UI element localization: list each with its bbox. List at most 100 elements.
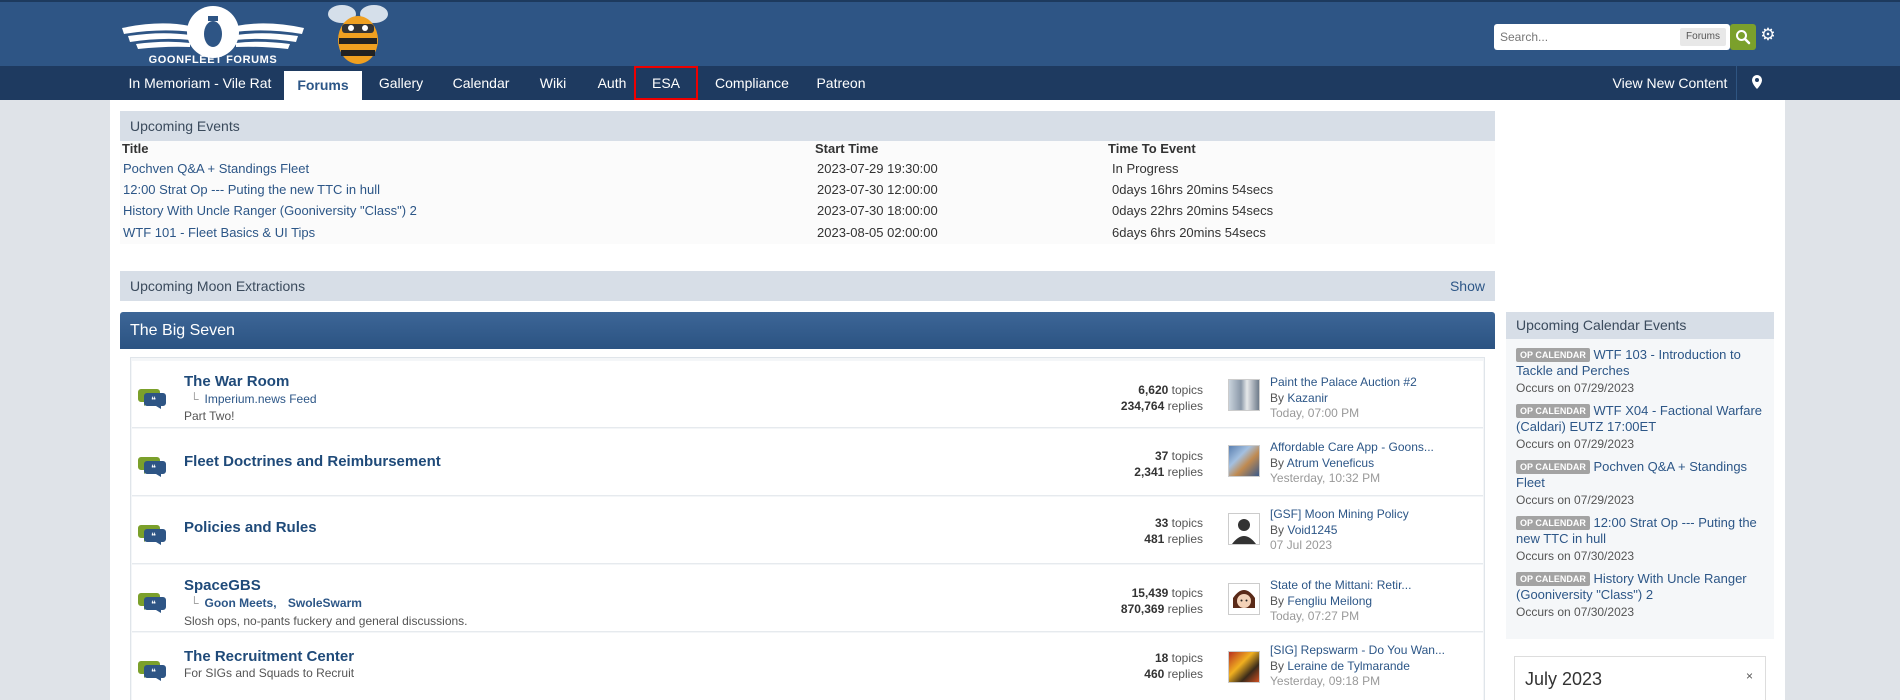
- last-post-info: [SIG] Repswarm - Do You Wan... By Lerain…: [1270, 643, 1445, 688]
- search-box: Forums: [1494, 24, 1730, 50]
- event-start: 2023-07-30 18:00:00: [817, 203, 938, 218]
- last-post-link[interactable]: [GSF] Moon Mining Policy: [1270, 507, 1409, 523]
- site-header: GOONFLEET FORUMS Forums ⚙: [0, 0, 1900, 66]
- event-title-link[interactable]: WTF 101 - Fleet Basics & UI Tips: [123, 222, 315, 243]
- svg-text:❝: ❝: [151, 396, 156, 406]
- event-countdown: 6days 6hrs 20mins 54secs: [1112, 225, 1266, 240]
- last-post-author[interactable]: Atrum Veneficus: [1287, 456, 1374, 470]
- forum-bubble-icon: ❝: [138, 389, 166, 409]
- view-new-content-link[interactable]: View New Content: [1604, 66, 1736, 100]
- calendar-event: OP CALENDAR WTF X04 - Factional Warfare …: [1516, 403, 1768, 452]
- calendar-event: OP CALENDAR Pochven Q&A + Standings Flee…: [1516, 459, 1768, 508]
- avatar[interactable]: [1228, 445, 1260, 477]
- last-post-link[interactable]: State of the Mittani: Retir...: [1270, 578, 1411, 594]
- subforum-link[interactable]: SwoleSwarm: [288, 596, 362, 610]
- forum-list: ❝ The War Room └ Imperium.news Feed Part …: [130, 357, 1485, 700]
- nav-patreon[interactable]: Patreon: [804, 66, 878, 100]
- nav-wiki[interactable]: Wiki: [526, 66, 580, 100]
- last-post-info: State of the Mittani: Retir... By Fengli…: [1270, 578, 1412, 623]
- svg-text:❝: ❝: [151, 668, 156, 678]
- event-start: 2023-07-30 12:00:00: [817, 182, 938, 197]
- search-input[interactable]: [1494, 24, 1674, 50]
- subforum-link[interactable]: Imperium.news Feed: [205, 392, 317, 406]
- last-post-date: 07 Jul 2023: [1270, 538, 1333, 552]
- col-start-time: Start Time: [815, 141, 879, 156]
- mini-calendar-month: July 2023: [1525, 669, 1603, 689]
- event-start: 2023-07-29 19:30:00: [817, 161, 938, 176]
- forum-title-link[interactable]: The War Room: [184, 373, 289, 390]
- nav-calendar[interactable]: Calendar: [440, 66, 522, 100]
- last-post-date: Yesterday, 09:18 PM: [1270, 674, 1381, 688]
- avatar[interactable]: [1228, 379, 1260, 411]
- event-row: History With Uncle Ranger (Gooniversity …: [120, 200, 1495, 221]
- event-row: Pochven Q&A + Standings Fleet 2023-07-29…: [120, 158, 1495, 179]
- last-post-link[interactable]: Affordable Care App - Goons...: [1270, 440, 1434, 456]
- gear-icon[interactable]: ⚙: [1758, 24, 1778, 46]
- last-post-author[interactable]: Kazanir: [1287, 391, 1328, 405]
- search-icon: [1736, 30, 1751, 45]
- anime-avatar-icon: [1233, 590, 1255, 608]
- avatar[interactable]: [1228, 513, 1260, 545]
- forum-title-link[interactable]: Policies and Rules: [184, 519, 317, 536]
- search-button[interactable]: [1730, 24, 1756, 50]
- forum-bubble-icon: ❝: [138, 661, 166, 681]
- show-toggle-link[interactable]: Show: [1450, 271, 1485, 301]
- default-avatar-icon: [1232, 519, 1256, 544]
- event-countdown: 0days 22hrs 20mins 54secs: [1112, 203, 1274, 218]
- nav-gallery[interactable]: Gallery: [366, 66, 436, 100]
- last-post-link[interactable]: Paint the Palace Auction #2: [1270, 375, 1417, 391]
- calendar-event-date: Occurs on 07/30/2023: [1516, 605, 1635, 619]
- subforum-link[interactable]: Goon Meets,: [205, 596, 277, 610]
- mini-calendar: July 2023 ×: [1514, 656, 1766, 700]
- calendar-event-date: Occurs on 07/30/2023: [1516, 549, 1635, 563]
- main-nav: In Memoriam - Vile Rat Forums Gallery Ca…: [0, 66, 1900, 100]
- event-title-link[interactable]: Pochven Q&A + Standings Fleet: [123, 158, 309, 179]
- nav-forums[interactable]: Forums: [284, 71, 362, 100]
- nav-in-memoriam[interactable]: In Memoriam - Vile Rat: [120, 66, 280, 100]
- nav-esa[interactable]: ESA: [634, 66, 698, 100]
- forum-row: ❝ The Recruitment Center For SIGs and Sq…: [132, 633, 1483, 700]
- event-row: WTF 101 - Fleet Basics & UI Tips 2023-08…: [120, 222, 1495, 243]
- forum-stats: 18 topics 460 replies: [1144, 651, 1203, 681]
- forum-description: For SIGs and Squads to Recruit: [184, 666, 355, 680]
- last-post-author[interactable]: Leraine de Tylmarande: [1287, 659, 1410, 673]
- col-title: Title: [122, 141, 149, 156]
- close-icon[interactable]: ×: [1746, 669, 1753, 683]
- avatar[interactable]: [1228, 583, 1260, 615]
- last-post-info: Affordable Care App - Goons... By Atrum …: [1270, 440, 1434, 485]
- last-post-link[interactable]: [SIG] Repswarm - Do You Wan...: [1270, 643, 1445, 659]
- search-scope-selector[interactable]: Forums: [1680, 28, 1726, 46]
- svg-text:❝: ❝: [151, 464, 156, 474]
- event-countdown: 0days 16hrs 20mins 54secs: [1112, 182, 1274, 197]
- category-header[interactable]: The Big Seven: [120, 312, 1495, 349]
- calendar-event: OP CALENDAR 12:00 Strat Op --- Puting th…: [1516, 515, 1768, 564]
- calendar-event-date: Occurs on 07/29/2023: [1516, 437, 1635, 451]
- map-pin-icon[interactable]: [1736, 66, 1776, 100]
- last-post-author[interactable]: Fengliu Meilong: [1287, 594, 1372, 608]
- forum-bubble-icon: ❝: [138, 525, 166, 545]
- forum-bubble-icon: ❝: [138, 593, 166, 613]
- forum-title-link[interactable]: SpaceGBS: [184, 577, 261, 594]
- upcoming-events-header: Upcoming Events: [120, 111, 1495, 141]
- last-post-author[interactable]: Void1245: [1287, 523, 1337, 537]
- forum-stats: 33 topics 481 replies: [1144, 516, 1203, 546]
- svg-text:❝: ❝: [151, 532, 156, 542]
- moon-extractions-title: Upcoming Moon Extractions: [130, 278, 306, 294]
- nav-auth[interactable]: Auth: [584, 66, 640, 100]
- subforum-list: └ Imperium.news Feed: [190, 392, 317, 406]
- op-calendar-badge: OP CALENDAR: [1516, 348, 1590, 362]
- forum-stats: 37 topics 2,341 replies: [1134, 449, 1203, 479]
- calendar-event-date: Occurs on 07/29/2023: [1516, 493, 1635, 507]
- forum-title-link[interactable]: Fleet Doctrines and Reimbursement: [184, 453, 441, 470]
- event-title-link[interactable]: History With Uncle Ranger (Gooniversity …: [123, 200, 417, 221]
- forum-title-link[interactable]: The Recruitment Center: [184, 648, 354, 665]
- avatar[interactable]: [1228, 651, 1260, 683]
- nav-compliance[interactable]: Compliance: [704, 66, 800, 100]
- op-calendar-badge: OP CALENDAR: [1516, 460, 1590, 474]
- col-time-to-event: Time To Event: [1108, 141, 1196, 156]
- last-post-date: Today, 07:00 PM: [1270, 406, 1360, 420]
- event-title-link[interactable]: 12:00 Strat Op --- Puting the new TTC in…: [123, 179, 380, 200]
- forum-stats: 6,620 topics 234,764 replies: [1120, 383, 1203, 413]
- bee-mascot-icon: [328, 5, 388, 64]
- moon-extractions-header: Upcoming Moon Extractions Show: [120, 271, 1495, 301]
